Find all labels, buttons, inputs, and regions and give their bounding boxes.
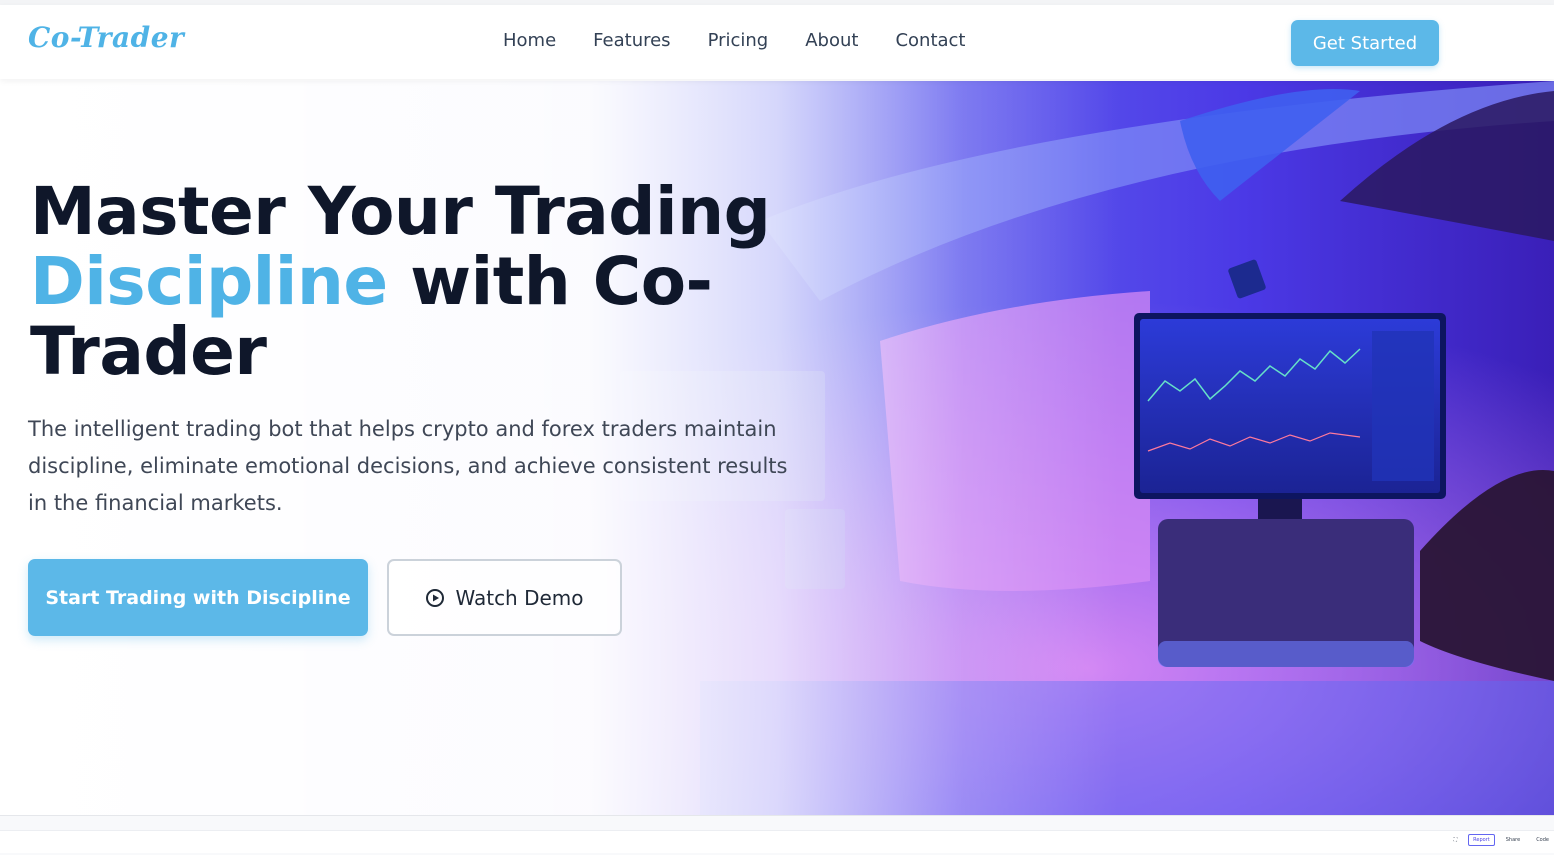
- mini-toolbar: ⛶ Report Share Code: [1449, 834, 1554, 846]
- headline-line1: Master Your Trading: [30, 173, 771, 250]
- bottom-strip: ⛶ Report Share Code: [0, 815, 1554, 855]
- main-nav: Home Features Pricing About Contact: [503, 30, 1002, 52]
- play-circle-icon: [426, 588, 445, 607]
- report-button[interactable]: Report: [1468, 834, 1495, 846]
- nav-link-home[interactable]: Home: [503, 30, 556, 52]
- nav-link-about[interactable]: About: [805, 30, 858, 52]
- headline-accent: Discipline: [30, 243, 388, 320]
- navbar: Co-Trader Home Features Pricing About Co…: [0, 5, 1554, 79]
- expand-icon[interactable]: ⛶: [1449, 834, 1463, 846]
- start-trading-button[interactable]: Start Trading with Discipline: [28, 559, 368, 636]
- hero-subtitle: The intelligent trading bot that helps c…: [28, 417, 788, 515]
- logo[interactable]: Co-Trader: [28, 21, 184, 54]
- get-started-button[interactable]: Get Started: [1291, 20, 1439, 66]
- code-button[interactable]: Code: [1531, 834, 1554, 846]
- nav-link-pricing[interactable]: Pricing: [708, 30, 769, 52]
- share-button[interactable]: Share: [1501, 834, 1525, 846]
- bottom-toolbar: ⛶ Report Share Code: [0, 830, 1554, 853]
- hero-section: Master Your Trading Discipline with Co-Tr…: [0, 81, 1554, 815]
- watch-demo-label: Watch Demo: [455, 585, 584, 610]
- hero-headline: Master Your Trading Discipline with Co-Tr…: [30, 177, 790, 387]
- watch-demo-button[interactable]: Watch Demo: [387, 559, 622, 636]
- nav-link-contact[interactable]: Contact: [895, 30, 965, 52]
- nav-link-features[interactable]: Features: [593, 30, 670, 52]
